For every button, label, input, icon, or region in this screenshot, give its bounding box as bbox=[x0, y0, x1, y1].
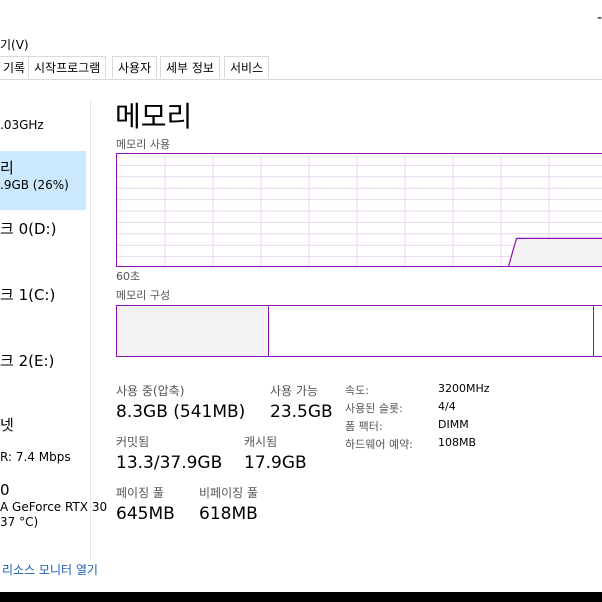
sidebar-item-ethernet-title: 넷 bbox=[0, 416, 14, 434]
composition-in-use-segment bbox=[117, 306, 269, 356]
page-title: 메모리 bbox=[115, 100, 193, 133]
sidebar-item-gpu-detail: A GeForce RTX 30 bbox=[0, 500, 108, 514]
slots-label: 사용된 슬롯: bbox=[345, 402, 403, 415]
sidebar-item-disk2[interactable]: 크 2(E:) bbox=[0, 346, 86, 396]
sidebar-item-ethernet[interactable]: 넷 R: 7.4 Mbps bbox=[0, 412, 86, 472]
time-axis-label: 60초 bbox=[116, 270, 141, 283]
menu-view[interactable]: 기(V) bbox=[0, 36, 29, 53]
tab-services[interactable]: 서비스 bbox=[224, 56, 270, 78]
cached-label: 캐시됨 bbox=[244, 435, 278, 449]
tab-users[interactable]: 사용자 bbox=[112, 56, 158, 78]
sidebar-item-memory-detail: .9GB (26%) bbox=[0, 178, 69, 192]
memory-usage-label: 메모리 사용 bbox=[116, 138, 171, 151]
memory-usage-chart bbox=[117, 154, 602, 266]
sidebar-item-disk0-title: 크 0(D:) bbox=[0, 220, 57, 238]
sidebar-item-disk1-title: 크 1(C:) bbox=[0, 286, 56, 304]
nonpaged-pool-label: 비페이징 풀 bbox=[199, 486, 259, 500]
paged-pool-value: 645MB bbox=[116, 504, 175, 524]
available-label: 사용 가능 bbox=[270, 384, 318, 398]
in-use-label: 사용 중(압축) bbox=[116, 384, 185, 398]
composition-free-segment bbox=[593, 306, 602, 356]
available-value: 23.5GB bbox=[270, 402, 333, 422]
paged-pool-label: 페이징 풀 bbox=[116, 486, 164, 500]
speed-value: 3200MHz bbox=[438, 382, 490, 395]
tab-strip: 기록 시작프로그램 사용자 세부 정보 서비스 bbox=[0, 55, 602, 80]
tab-details[interactable]: 세부 정보 bbox=[160, 56, 220, 78]
sidebar-item-gpu[interactable]: 0 A GeForce RTX 30 37 °C) bbox=[0, 478, 107, 536]
resource-monitor-link[interactable]: 리소스 모니터 열기 bbox=[2, 561, 98, 578]
slots-value: 4/4 bbox=[438, 400, 456, 413]
form-factor-value: DIMM bbox=[438, 418, 469, 431]
memory-usage-area bbox=[508, 238, 602, 266]
hardware-reserved-value: 108MB bbox=[438, 436, 477, 449]
window-bottom-edge bbox=[0, 592, 602, 602]
tab-startup[interactable]: 시작프로그램 bbox=[28, 56, 107, 78]
committed-value: 13.3/37.9GB bbox=[116, 453, 223, 473]
sidebar-divider bbox=[90, 100, 91, 560]
in-use-value: 8.3GB (541MB) bbox=[116, 402, 246, 422]
performance-sidebar: .03GHz 리 .9GB (26%) 크 0(D:) 크 1(C:) 크 2(… bbox=[0, 80, 107, 600]
sidebar-cpu-freq: .03GHz bbox=[0, 118, 44, 132]
task-manager-window: - 기(V) 기록 시작프로그램 사용자 세부 정보 서비스 .03GHz 리 … bbox=[0, 0, 602, 602]
committed-label: 커밋됨 bbox=[116, 435, 150, 449]
sidebar-item-ethernet-detail: R: 7.4 Mbps bbox=[0, 450, 71, 464]
speed-label: 속도: bbox=[345, 384, 369, 397]
form-factor-label: 폼 팩터: bbox=[345, 420, 383, 433]
minimize-button[interactable]: - bbox=[597, 10, 602, 26]
hardware-reserved-label: 하드웨어 예약: bbox=[345, 438, 413, 451]
memory-composition-label: 메모리 구성 bbox=[116, 289, 171, 302]
sidebar-item-disk0[interactable]: 크 0(D:) bbox=[0, 214, 86, 264]
sidebar-item-memory[interactable]: 리 .9GB (26%) bbox=[0, 151, 86, 210]
title-bar: - bbox=[0, 0, 602, 32]
sidebar-item-disk2-title: 크 2(E:) bbox=[0, 352, 55, 370]
memory-usage-graph bbox=[116, 153, 602, 267]
tab-app-history[interactable]: 기록 bbox=[0, 56, 32, 78]
memory-composition-bar bbox=[116, 305, 602, 357]
cached-value: 17.9GB bbox=[244, 453, 307, 473]
sidebar-item-gpu-temp: 37 °C) bbox=[0, 515, 39, 529]
nonpaged-pool-value: 618MB bbox=[199, 504, 258, 524]
sidebar-item-gpu-title: 0 bbox=[0, 481, 10, 499]
sidebar-item-disk1[interactable]: 크 1(C:) bbox=[0, 280, 86, 330]
menu-bar: 기(V) bbox=[0, 33, 602, 53]
sidebar-item-memory-title: 리 bbox=[0, 159, 14, 177]
